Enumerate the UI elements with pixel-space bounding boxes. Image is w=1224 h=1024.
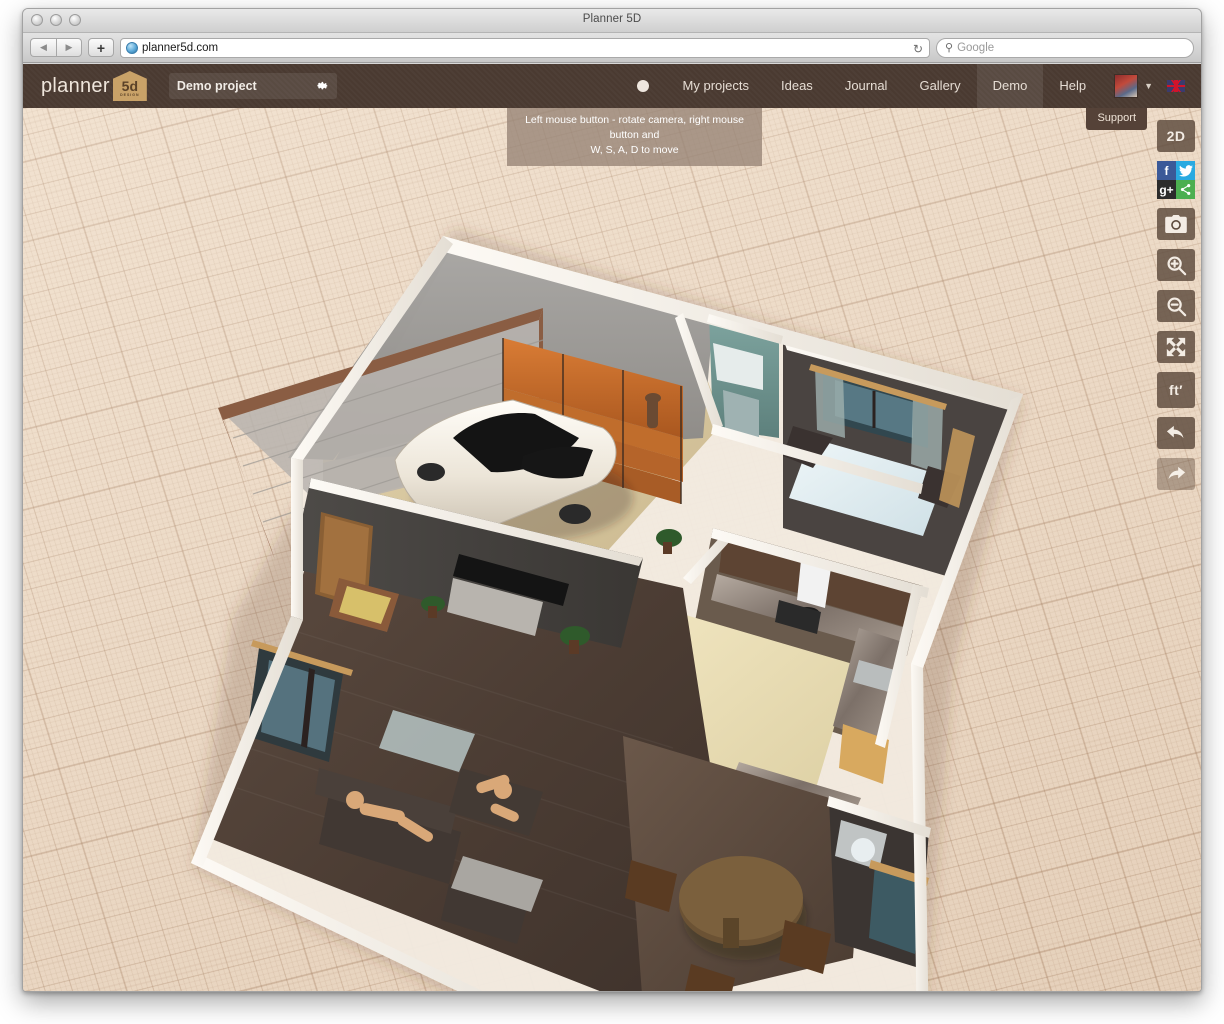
gear-icon[interactable] <box>316 79 329 94</box>
nav-item-demo[interactable]: Demo <box>977 64 1044 108</box>
nav-button-group: ◀ ▶ <box>30 38 82 57</box>
project-name-field[interactable]: Demo project <box>169 73 337 99</box>
website-globe-icon <box>126 42 138 54</box>
google-plus-icon[interactable]: g+ <box>1157 180 1176 199</box>
right-toolbar: 2D f g+ <box>1157 120 1195 490</box>
project-name-text: Demo project <box>177 79 257 93</box>
address-bar-url: planner5d.com <box>142 42 218 54</box>
nav-item-gallery[interactable]: Gallery <box>903 64 976 108</box>
planner5d-logo[interactable]: planner 5d DESIGN <box>41 71 147 101</box>
3d-scene[interactable] <box>23 108 1201 991</box>
search-placeholder: Google <box>957 42 994 54</box>
units-toggle-button[interactable]: ft′ <box>1157 372 1195 408</box>
language-flag-icon[interactable] <box>1167 80 1185 92</box>
browser-window: Planner 5D ◀ ▶ + planner5d.com ↻ ⚲ Googl… <box>22 8 1202 992</box>
app-header: planner 5d DESIGN Demo project My projec… <box>23 64 1201 108</box>
toggle-2d-view-button[interactable]: 2D <box>1157 120 1195 152</box>
back-button[interactable]: ◀ <box>30 38 56 57</box>
browser-titlebar: Planner 5D <box>23 9 1201 33</box>
units-label: ft′ <box>1169 382 1183 398</box>
notifications-circle-icon[interactable] <box>637 80 649 92</box>
social-share-group: f g+ <box>1157 161 1195 199</box>
undo-button[interactable] <box>1157 417 1195 449</box>
window-title: Planner 5D <box>23 13 1201 25</box>
planner5d-app: planner 5d DESIGN Demo project My projec… <box>23 64 1201 991</box>
tooltip-line-1: Left mouse button - rotate camera, right… <box>513 113 756 143</box>
avatar[interactable] <box>1114 74 1138 98</box>
logo-badge-text: 5d <box>122 79 138 93</box>
screenshot-button[interactable] <box>1157 208 1195 240</box>
zoom-in-button[interactable] <box>1157 249 1195 281</box>
search-icon: ⚲ <box>945 41 953 54</box>
search-field[interactable]: ⚲ Google <box>936 38 1194 58</box>
facebook-icon[interactable]: f <box>1157 161 1176 180</box>
floorplan-canvas[interactable]: Left mouse button - rotate camera, right… <box>23 108 1201 991</box>
logo-badge-subtext: DESIGN <box>120 94 139 98</box>
logo-wordmark: planner <box>41 75 110 98</box>
logo-house-badge: 5d DESIGN <box>113 71 147 101</box>
nav-item-help[interactable]: Help <box>1043 64 1102 108</box>
nav-item-my-projects[interactable]: My projects <box>667 64 765 108</box>
address-bar[interactable]: planner5d.com ↻ <box>120 38 930 58</box>
camera-controls-tooltip: Left mouse button - rotate camera, right… <box>507 108 762 166</box>
redo-button[interactable] <box>1157 458 1195 490</box>
fullscreen-button[interactable] <box>1157 331 1195 363</box>
new-tab-button[interactable]: + <box>88 38 114 57</box>
zoom-out-button[interactable] <box>1157 290 1195 322</box>
tooltip-line-2: W, S, A, D to move <box>513 143 756 158</box>
forward-button[interactable]: ▶ <box>56 38 82 57</box>
main-navigation: My projects Ideas Journal Gallery Demo H… <box>627 64 1201 108</box>
chevron-down-icon[interactable]: ▼ <box>1144 81 1153 91</box>
twitter-icon[interactable] <box>1176 161 1195 180</box>
view-mode-label: 2D <box>1167 128 1186 144</box>
reload-icon[interactable]: ↻ <box>913 41 923 57</box>
support-button[interactable]: Support <box>1086 108 1147 130</box>
share-icon[interactable] <box>1176 180 1195 199</box>
browser-toolbar: ◀ ▶ + planner5d.com ↻ ⚲ Google <box>23 33 1201 63</box>
nav-item-ideas[interactable]: Ideas <box>765 64 829 108</box>
nav-item-journal[interactable]: Journal <box>829 64 904 108</box>
